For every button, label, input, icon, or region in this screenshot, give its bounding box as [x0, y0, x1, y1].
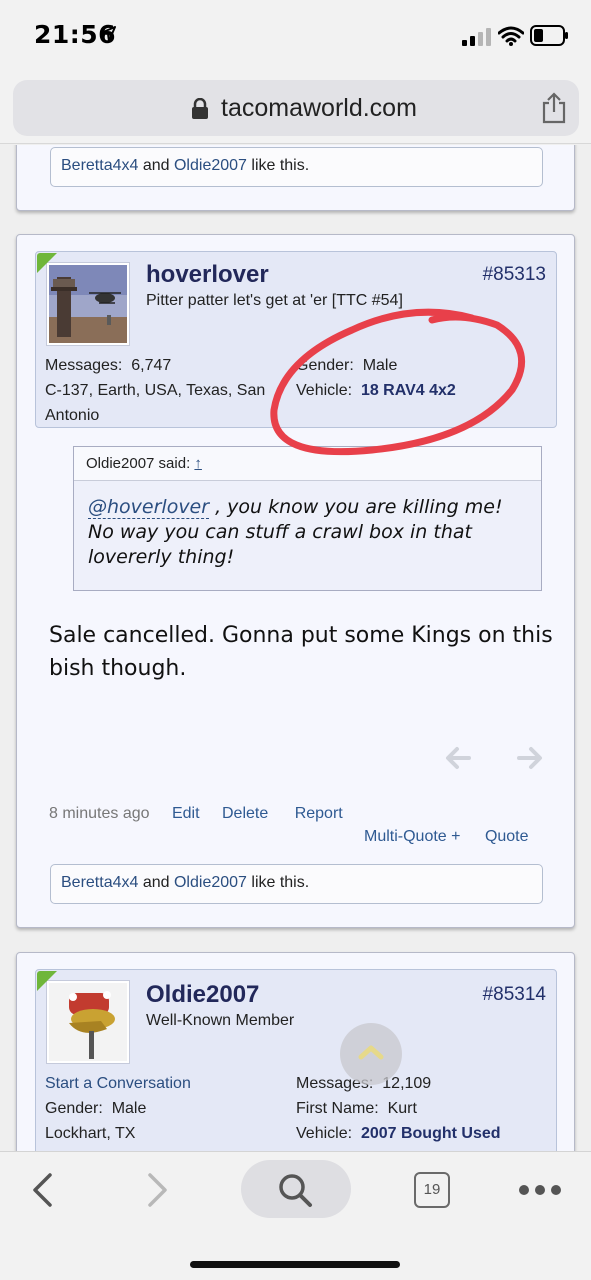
- avatar-image: [49, 265, 127, 343]
- page-content: Beretta4x4 and Oldie2007 like this. hove…: [0, 145, 591, 1151]
- search-icon: [279, 1174, 312, 1207]
- multiquote-link[interactable]: Multi-Quote +: [364, 828, 460, 845]
- tabs-button[interactable]: 19: [414, 1172, 450, 1208]
- previous-post: Beretta4x4 and Oldie2007 like this.: [16, 145, 575, 211]
- battery-icon: [530, 25, 568, 46]
- avatar-image: [49, 983, 127, 1061]
- likes-and: and: [138, 874, 174, 891]
- likes-suffix: like this.: [246, 157, 310, 174]
- post-number[interactable]: #85314: [483, 984, 546, 1006]
- signal-icon: [462, 28, 491, 46]
- report-link[interactable]: Report: [295, 805, 343, 822]
- post-actions-2: Multi-Quote + Quote: [364, 828, 529, 846]
- liker-link[interactable]: Beretta4x4: [61, 874, 138, 891]
- address-bar-area: tacomaworld.com: [0, 72, 591, 144]
- vehicle-label: Vehicle:: [296, 1125, 353, 1142]
- messages-stat: Messages: 6,747: [45, 357, 171, 375]
- first-name-stat: First Name: Kurt: [296, 1100, 417, 1118]
- delete-link[interactable]: Delete: [222, 805, 268, 822]
- chevron-up-icon: [358, 1045, 384, 1060]
- post-85314: Oldie2007 Well-Known Member #85314 Start…: [16, 952, 575, 1151]
- online-indicator: [37, 253, 57, 273]
- message-body: Sale cancelled. Gonna put some Kings on …: [49, 623, 553, 681]
- edit-link[interactable]: Edit: [172, 805, 200, 822]
- messages-label: Messages:: [45, 357, 123, 374]
- avatar[interactable]: [47, 981, 129, 1063]
- post-number[interactable]: #85313: [483, 264, 546, 286]
- location-arrow-icon: [100, 26, 116, 42]
- scroll-to-top-button[interactable]: [340, 1023, 402, 1085]
- user-title: Well-Known Member: [146, 1012, 295, 1029]
- first-name-label: First Name:: [296, 1100, 379, 1117]
- vehicle-value[interactable]: 2007 Bought Used: [361, 1125, 501, 1142]
- messages-value: 6,747: [131, 357, 172, 374]
- start-conversation-link[interactable]: Start a Conversation: [45, 1075, 191, 1092]
- previous-arrow-icon[interactable]: [445, 745, 471, 771]
- liker-link[interactable]: Beretta4x4: [61, 157, 138, 174]
- more-menu-icon[interactable]: [518, 1184, 562, 1196]
- home-indicator: [190, 1261, 400, 1268]
- liker-link[interactable]: Oldie2007: [174, 874, 247, 891]
- user-info-block: Oldie2007 Well-Known Member #85314 Start…: [35, 969, 557, 1151]
- lock-icon: [192, 98, 208, 119]
- annotation-circle: [270, 308, 526, 456]
- location-line1: C-137, Earth, USA, Texas, San: [45, 382, 266, 399]
- online-indicator: [37, 971, 57, 991]
- search-button[interactable]: [241, 1160, 351, 1218]
- quote-author: Oldie2007 said:: [86, 455, 191, 472]
- share-icon[interactable]: [541, 92, 567, 124]
- wifi-icon: [498, 26, 524, 46]
- gender-value: Male: [111, 1100, 147, 1117]
- gender-stat: Gender: Male: [45, 1100, 146, 1118]
- status-bar: 21:56: [0, 0, 591, 72]
- likes-summary: Beretta4x4 and Oldie2007 like this.: [50, 147, 543, 187]
- first-name-value: Kurt: [387, 1100, 417, 1117]
- location: Lockhart, TX: [45, 1125, 136, 1142]
- likes-summary: Beretta4x4 and Oldie2007 like this.: [50, 864, 543, 904]
- location-line2: Antonio: [45, 407, 100, 424]
- avatar[interactable]: [47, 263, 129, 345]
- liker-link[interactable]: Oldie2007: [174, 157, 247, 174]
- url-text: tacomaworld.com: [221, 94, 417, 122]
- vehicle-stat: Vehicle: 2007 Bought Used: [296, 1125, 501, 1143]
- gender-label: Gender:: [45, 1100, 103, 1117]
- post-actions: 8 minutes ago Edit Delete Report: [49, 805, 343, 823]
- likes-suffix: like this.: [246, 874, 310, 891]
- username[interactable]: hoverlover: [146, 261, 269, 289]
- post-time[interactable]: 8 minutes ago: [49, 805, 150, 822]
- likes-and: and: [138, 157, 174, 174]
- next-arrow-icon[interactable]: [517, 745, 543, 771]
- back-icon[interactable]: [30, 1172, 54, 1208]
- mention-link[interactable]: @hoverlover: [88, 496, 210, 519]
- quote-link[interactable]: Quote: [485, 828, 529, 845]
- browser-toolbar: 19: [0, 1151, 591, 1280]
- quote-text: @hoverlover , you know you are killing m…: [74, 481, 541, 584]
- forward-icon[interactable]: [146, 1172, 170, 1208]
- username[interactable]: Oldie2007: [146, 981, 259, 1009]
- address-bar[interactable]: tacomaworld.com: [13, 80, 579, 136]
- quote-jump-icon[interactable]: ↑: [194, 455, 202, 472]
